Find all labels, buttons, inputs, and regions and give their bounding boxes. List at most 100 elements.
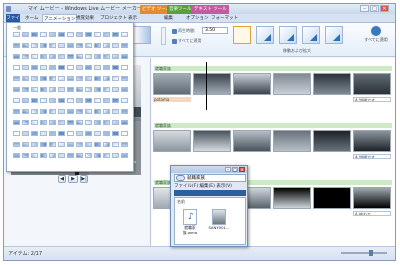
zoom-thumb[interactable] bbox=[369, 250, 373, 256]
explorer-close-button[interactable]: ✕ bbox=[239, 167, 245, 172]
gallery-transition-cell[interactable] bbox=[49, 54, 56, 59]
gallery-transition-cell[interactable] bbox=[40, 32, 47, 37]
gallery-transition-cell[interactable] bbox=[94, 65, 101, 70]
gallery-transition-cell[interactable] bbox=[112, 153, 119, 158]
gallery-transition-cell[interactable] bbox=[13, 65, 20, 70]
gallery-transition-cell[interactable] bbox=[13, 54, 20, 59]
gallery-transition-cell[interactable] bbox=[121, 131, 128, 136]
gallery-transition-cell[interactable] bbox=[13, 87, 20, 92]
gallery-transition-cell[interactable] bbox=[67, 43, 74, 48]
panzoom-tile-2[interactable] bbox=[279, 26, 297, 44]
video-clip[interactable] bbox=[233, 73, 271, 95]
gallery-transition-cell[interactable] bbox=[40, 153, 47, 158]
music-tools-tab[interactable]: 音楽ツール bbox=[167, 5, 194, 14]
gallery-transition-cell[interactable] bbox=[22, 54, 29, 59]
gallery-transition-cell[interactable] bbox=[76, 153, 83, 158]
gallery-transition-cell[interactable] bbox=[103, 109, 110, 114]
gallery-transition-cell[interactable] bbox=[22, 65, 29, 70]
menu-edit[interactable]: 編集(E) bbox=[200, 184, 215, 189]
video-clip[interactable] bbox=[353, 130, 391, 152]
gallery-transition-cell[interactable] bbox=[85, 131, 92, 136]
video-clip[interactable] bbox=[193, 130, 231, 152]
gallery-transition-cell[interactable] bbox=[76, 120, 83, 125]
gallery-transition-cell[interactable] bbox=[49, 120, 56, 125]
gallery-transition-cell[interactable] bbox=[40, 76, 47, 81]
gallery-transition-cell[interactable] bbox=[40, 87, 47, 92]
gallery-transition-cell[interactable] bbox=[94, 109, 101, 114]
gallery-transition-cell[interactable] bbox=[13, 153, 20, 158]
gallery-transition-cell[interactable] bbox=[103, 98, 110, 103]
gallery-transition-cell[interactable] bbox=[67, 65, 74, 70]
gallery-transition-cell[interactable] bbox=[13, 120, 20, 125]
gallery-transition-cell[interactable] bbox=[85, 120, 92, 125]
gallery-transition-cell[interactable] bbox=[31, 32, 38, 37]
video-clip[interactable] bbox=[273, 73, 311, 95]
gallery-transition-cell[interactable] bbox=[13, 142, 20, 147]
gallery-transition-cell[interactable] bbox=[40, 109, 47, 114]
gallery-transition-cell[interactable] bbox=[49, 131, 56, 136]
gallery-transition-cell[interactable] bbox=[76, 43, 83, 48]
gallery-transition-cell[interactable] bbox=[67, 142, 74, 147]
gallery-transition-cell[interactable] bbox=[67, 87, 74, 92]
gallery-transition-cell[interactable] bbox=[58, 87, 65, 92]
apply-all-transitions[interactable]: すべてに適用 bbox=[172, 38, 202, 44]
gallery-transition-cell[interactable] bbox=[58, 120, 65, 125]
gallery-transition-cell[interactable] bbox=[58, 153, 65, 158]
gallery-transition-cell[interactable] bbox=[13, 43, 20, 48]
gallery-transition-cell[interactable] bbox=[40, 65, 47, 70]
gallery-transition-cell[interactable] bbox=[13, 32, 20, 37]
gallery-transition-cell[interactable] bbox=[40, 142, 47, 147]
gallery-transition-cell[interactable] bbox=[112, 32, 119, 37]
gallery-transition-cell[interactable] bbox=[112, 76, 119, 81]
gallery-transition-cell[interactable] bbox=[103, 32, 110, 37]
menu-view[interactable]: 表示(V) bbox=[216, 184, 232, 189]
play-button[interactable]: ▶ bbox=[68, 175, 78, 183]
gallery-transition-cell[interactable] bbox=[76, 76, 83, 81]
gallery-transition-cell[interactable] bbox=[112, 87, 119, 92]
panzoom-tile-4[interactable] bbox=[325, 26, 343, 44]
video-clip[interactable] bbox=[273, 130, 311, 152]
gallery-transition-cell[interactable] bbox=[94, 131, 101, 136]
clip-caption[interactable]: A 終わり bbox=[353, 211, 391, 216]
gallery-transition-cell[interactable] bbox=[49, 43, 56, 48]
gallery-transition-cell[interactable] bbox=[58, 109, 65, 114]
gallery-transition-cell[interactable] bbox=[121, 65, 128, 70]
gallery-transition-cell[interactable] bbox=[85, 65, 92, 70]
audio-track-caption[interactable]: 就職家族 bbox=[154, 123, 392, 128]
panzoom-tile-1[interactable] bbox=[256, 26, 274, 44]
gallery-transition-cell[interactable] bbox=[94, 32, 101, 37]
gallery-transition-cell[interactable] bbox=[112, 98, 119, 103]
video-clip[interactable] bbox=[233, 130, 271, 152]
video-clip[interactable] bbox=[153, 130, 191, 152]
gallery-transition-cell[interactable] bbox=[58, 131, 65, 136]
gallery-transition-cell[interactable] bbox=[94, 153, 101, 158]
gallery-transition-cell[interactable] bbox=[13, 109, 20, 114]
gallery-transition-cell[interactable] bbox=[67, 98, 74, 103]
gallery-transition-cell[interactable] bbox=[22, 109, 29, 114]
gallery-transition-cell[interactable] bbox=[94, 76, 101, 81]
gallery-transition-cell[interactable] bbox=[76, 32, 83, 37]
gallery-transition-cell[interactable] bbox=[94, 87, 101, 92]
clip-caption[interactable]: potama bbox=[153, 97, 191, 102]
gallery-transition-cell[interactable] bbox=[31, 87, 38, 92]
gallery-transition-cell[interactable] bbox=[49, 65, 56, 70]
transition-gallery-dropdown[interactable]: 一般 bbox=[6, 22, 134, 172]
gallery-transition-cell[interactable] bbox=[22, 43, 29, 48]
text-tools-tab[interactable]: テキスト ツール bbox=[192, 5, 229, 14]
gallery-transition-cell[interactable] bbox=[40, 120, 47, 125]
gallery-transition-cell[interactable] bbox=[22, 87, 29, 92]
gallery-transition-cell[interactable] bbox=[94, 120, 101, 125]
gallery-transition-cell[interactable] bbox=[121, 98, 128, 103]
gallery-transition-cell[interactable] bbox=[58, 98, 65, 103]
gallery-transition-cell[interactable] bbox=[67, 76, 74, 81]
video-clip[interactable] bbox=[153, 73, 191, 95]
gallery-transition-cell[interactable] bbox=[103, 76, 110, 81]
transition-fade-tile[interactable] bbox=[133, 26, 151, 44]
close-button[interactable]: ✕ bbox=[380, 5, 389, 12]
gallery-transition-cell[interactable] bbox=[121, 32, 128, 37]
gallery-transition-cell[interactable] bbox=[58, 43, 65, 48]
gallery-transition-cell[interactable] bbox=[94, 142, 101, 147]
gallery-transition-cell[interactable] bbox=[85, 43, 92, 48]
menu-file[interactable]: ファイル(F) bbox=[174, 184, 198, 189]
gallery-transition-cell[interactable] bbox=[58, 54, 65, 59]
